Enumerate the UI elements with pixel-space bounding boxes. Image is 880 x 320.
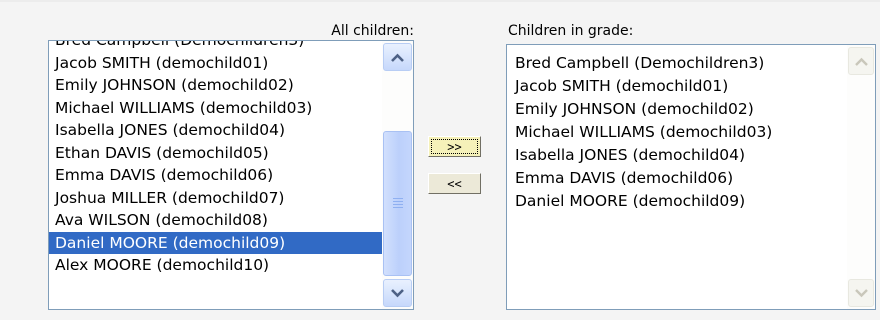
list-item[interactable]: Bred Campbell (Demochildren3) xyxy=(49,41,382,52)
scroll-down-button[interactable] xyxy=(383,279,412,307)
scrollbar-thumb[interactable] xyxy=(383,131,412,276)
thumb-grip-line xyxy=(393,201,403,202)
chevron-up-icon xyxy=(391,53,404,62)
all-children-scrollbar[interactable] xyxy=(382,41,413,309)
children-in-grade-scrollbar xyxy=(847,45,875,309)
add-to-grade-button[interactable]: >> xyxy=(428,136,481,157)
children-in-grade-items: Bred Campbell (Demochildren3) Jacob SMITH… xyxy=(509,52,855,309)
list-item[interactable]: Michael WILLIAMS (demochild03) xyxy=(509,121,855,144)
list-item[interactable]: Jacob SMITH (demochild01) xyxy=(49,52,382,75)
list-item[interactable]: Isabella JONES (demochild04) xyxy=(49,119,382,142)
children-in-grade-listbox[interactable]: Bred Campbell (Demochildren3) Jacob SMITH… xyxy=(506,44,876,310)
chevron-up-icon xyxy=(854,57,868,66)
list-item[interactable]: Bred Campbell (Demochildren3) xyxy=(509,52,855,75)
list-item[interactable]: Ava WILSON (demochild08) xyxy=(49,209,382,232)
list-item[interactable]: Emma DAVIS (demochild06) xyxy=(509,167,855,190)
list-item[interactable]: Jacob SMITH (demochild01) xyxy=(509,75,855,98)
list-item[interactable]: Alex MOORE (demochild10) xyxy=(49,254,382,277)
scroll-up-button-disabled xyxy=(848,47,874,75)
list-item[interactable]: Emma DAVIS (demochild06) xyxy=(49,164,382,187)
remove-from-grade-button[interactable]: << xyxy=(428,173,481,194)
list-item[interactable]: Isabella JONES (demochild04) xyxy=(509,144,855,167)
thumb-grip-line xyxy=(393,207,403,208)
list-item[interactable]: Daniel MOORE (demochild09) xyxy=(509,190,855,213)
scroll-down-button-disabled xyxy=(848,279,874,307)
all-children-caption: All children: xyxy=(331,23,414,39)
list-item[interactable]: Michael WILLIAMS (demochild03) xyxy=(49,97,382,120)
list-item[interactable]: Ethan DAVIS (demochild05) xyxy=(49,142,382,165)
children-in-grade-caption: Children in grade: xyxy=(508,23,634,39)
thumb-grip-line xyxy=(393,198,403,199)
list-item[interactable]: Emily JOHNSON (demochild02) xyxy=(49,74,382,97)
panel-top-edge xyxy=(0,0,880,2)
all-children-listbox[interactable]: Bred Campbell (Demochildren3) Jacob SMITH… xyxy=(48,40,414,310)
list-item[interactable]: Joshua MILLER (demochild07) xyxy=(49,187,382,210)
chevron-down-icon xyxy=(391,288,404,297)
thumb-grip-line xyxy=(393,204,403,205)
scroll-up-button[interactable] xyxy=(383,43,412,71)
all-children-items: Bred Campbell (Demochildren3) Jacob SMITH… xyxy=(49,41,382,309)
list-item[interactable]: Daniel MOORE (demochild09) xyxy=(49,231,382,254)
list-item[interactable]: Emily JOHNSON (demochild02) xyxy=(509,98,855,121)
chevron-down-icon xyxy=(854,288,868,297)
